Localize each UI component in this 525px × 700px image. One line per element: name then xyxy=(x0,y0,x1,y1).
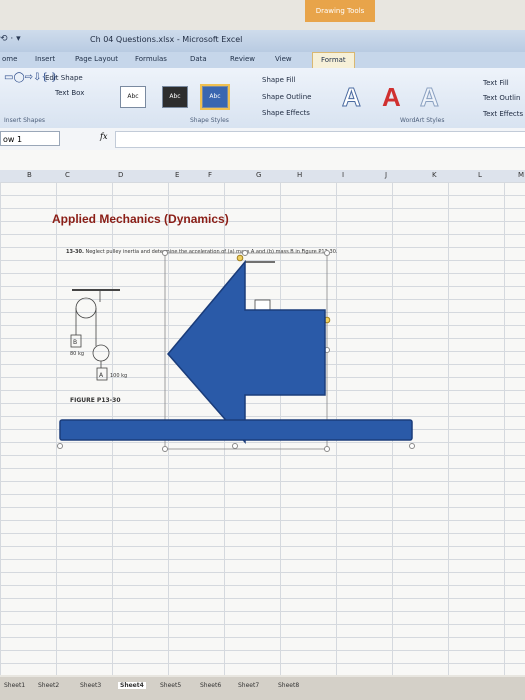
wordart-style-3[interactable]: A xyxy=(420,82,440,113)
figure-caption: FIGURE P13-30 xyxy=(70,397,121,404)
shape-styles-group-label: Shape Styles xyxy=(190,117,229,124)
sheet-tab[interactable]: Sheet5 xyxy=(160,682,181,689)
edit-shape-button[interactable]: Edit Shape xyxy=(45,74,83,82)
resize-handle[interactable] xyxy=(232,443,238,449)
text-effects-button[interactable]: Text Effects xyxy=(483,110,523,118)
sheet-tab[interactable]: Sheet6 xyxy=(200,682,221,689)
drawing-tools-context-title: Drawing Tools xyxy=(305,0,375,22)
resize-handle[interactable] xyxy=(409,443,415,449)
formula-bar: ow 1 fx xyxy=(0,128,525,151)
left-arrow-shape[interactable] xyxy=(167,259,326,444)
ribbon: ▭◯⇨⇩{ } Edit Shape Text Box Insert Shape… xyxy=(0,68,525,129)
drawing-layer: B 80 kg A 100 kg xyxy=(57,250,415,452)
ribbon-tabs: ome Insert Page Layout Formulas Data Rev… xyxy=(0,52,525,74)
resize-handle[interactable] xyxy=(57,443,63,449)
pulley-icon xyxy=(92,344,110,362)
sheet-tab[interactable]: Sheet1 xyxy=(4,682,25,689)
mass-a-value: 100 kg xyxy=(110,373,127,379)
wordart-style-2[interactable]: A xyxy=(382,82,401,113)
mass-b-value: 80 kg xyxy=(70,351,84,357)
sheet-tab[interactable]: Sheet3 xyxy=(80,682,101,689)
sheet-tab-bar: Sheet1 Sheet2 Sheet3 Sheet4 Sheet5 Sheet… xyxy=(0,677,525,700)
formula-input[interactable] xyxy=(115,131,525,148)
insert-shapes-group-label: Insert Shapes xyxy=(4,117,46,124)
fx-icon[interactable]: fx xyxy=(100,132,107,141)
name-box[interactable]: ow 1 xyxy=(0,131,60,146)
worksheet: B C D E F G H I J K L M Applied Mechanic… xyxy=(0,150,525,675)
tab-home[interactable]: ome xyxy=(2,55,17,63)
pulley-icon xyxy=(75,297,97,319)
sheet-tab-active[interactable]: Sheet4 xyxy=(118,682,146,689)
tab-data[interactable]: Data xyxy=(190,55,207,63)
tab-formulas[interactable]: Formulas xyxy=(135,55,167,63)
tab-view[interactable]: View xyxy=(275,55,292,63)
resize-handle[interactable] xyxy=(162,446,168,452)
tab-page-layout[interactable]: Page Layout xyxy=(75,55,118,63)
tab-insert[interactable]: Insert xyxy=(35,55,55,63)
pulley-figure xyxy=(70,289,120,381)
mass-b-label: B xyxy=(73,339,77,346)
shape-style-2[interactable]: Abc xyxy=(162,86,188,108)
resize-handle[interactable] xyxy=(324,446,330,452)
blue-bar-shape[interactable] xyxy=(59,419,413,441)
tab-review[interactable]: Review xyxy=(230,55,255,63)
resize-handle[interactable] xyxy=(324,250,330,256)
wordart-styles-group-label: WordArt Styles xyxy=(400,117,445,124)
sheet-tab[interactable]: Sheet2 xyxy=(38,682,59,689)
window-title: Ch 04 Questions.xlsx - Microsoft Excel xyxy=(90,35,243,44)
quick-access-toolbar[interactable]: ⟲ · ▾ xyxy=(0,34,21,44)
resize-handle[interactable] xyxy=(242,250,248,256)
sheet-tab[interactable]: Sheet8 xyxy=(278,682,299,689)
mass-a-label: A xyxy=(99,372,104,379)
wordart-style-1[interactable]: A xyxy=(342,82,362,113)
sheet-tab[interactable]: Sheet7 xyxy=(238,682,259,689)
text-outline-button[interactable]: Text Outlin xyxy=(483,94,520,102)
shape-fill-button[interactable]: Shape Fill xyxy=(262,76,296,84)
text-box-button[interactable]: Text Box xyxy=(55,89,84,97)
shape-style-1[interactable]: Abc xyxy=(120,86,146,108)
adjust-handle[interactable] xyxy=(236,254,244,262)
resize-handle[interactable] xyxy=(162,250,168,256)
text-fill-button[interactable]: Text Fill xyxy=(483,79,509,87)
shape-style-3[interactable]: Abc xyxy=(200,84,230,110)
title-bar: ⟲ · ▾ Ch 04 Questions.xlsx - Microsoft E… xyxy=(0,30,525,52)
shape-outline-button[interactable]: Shape Outline xyxy=(262,93,311,101)
shape-effects-button[interactable]: Shape Effects xyxy=(262,109,310,117)
